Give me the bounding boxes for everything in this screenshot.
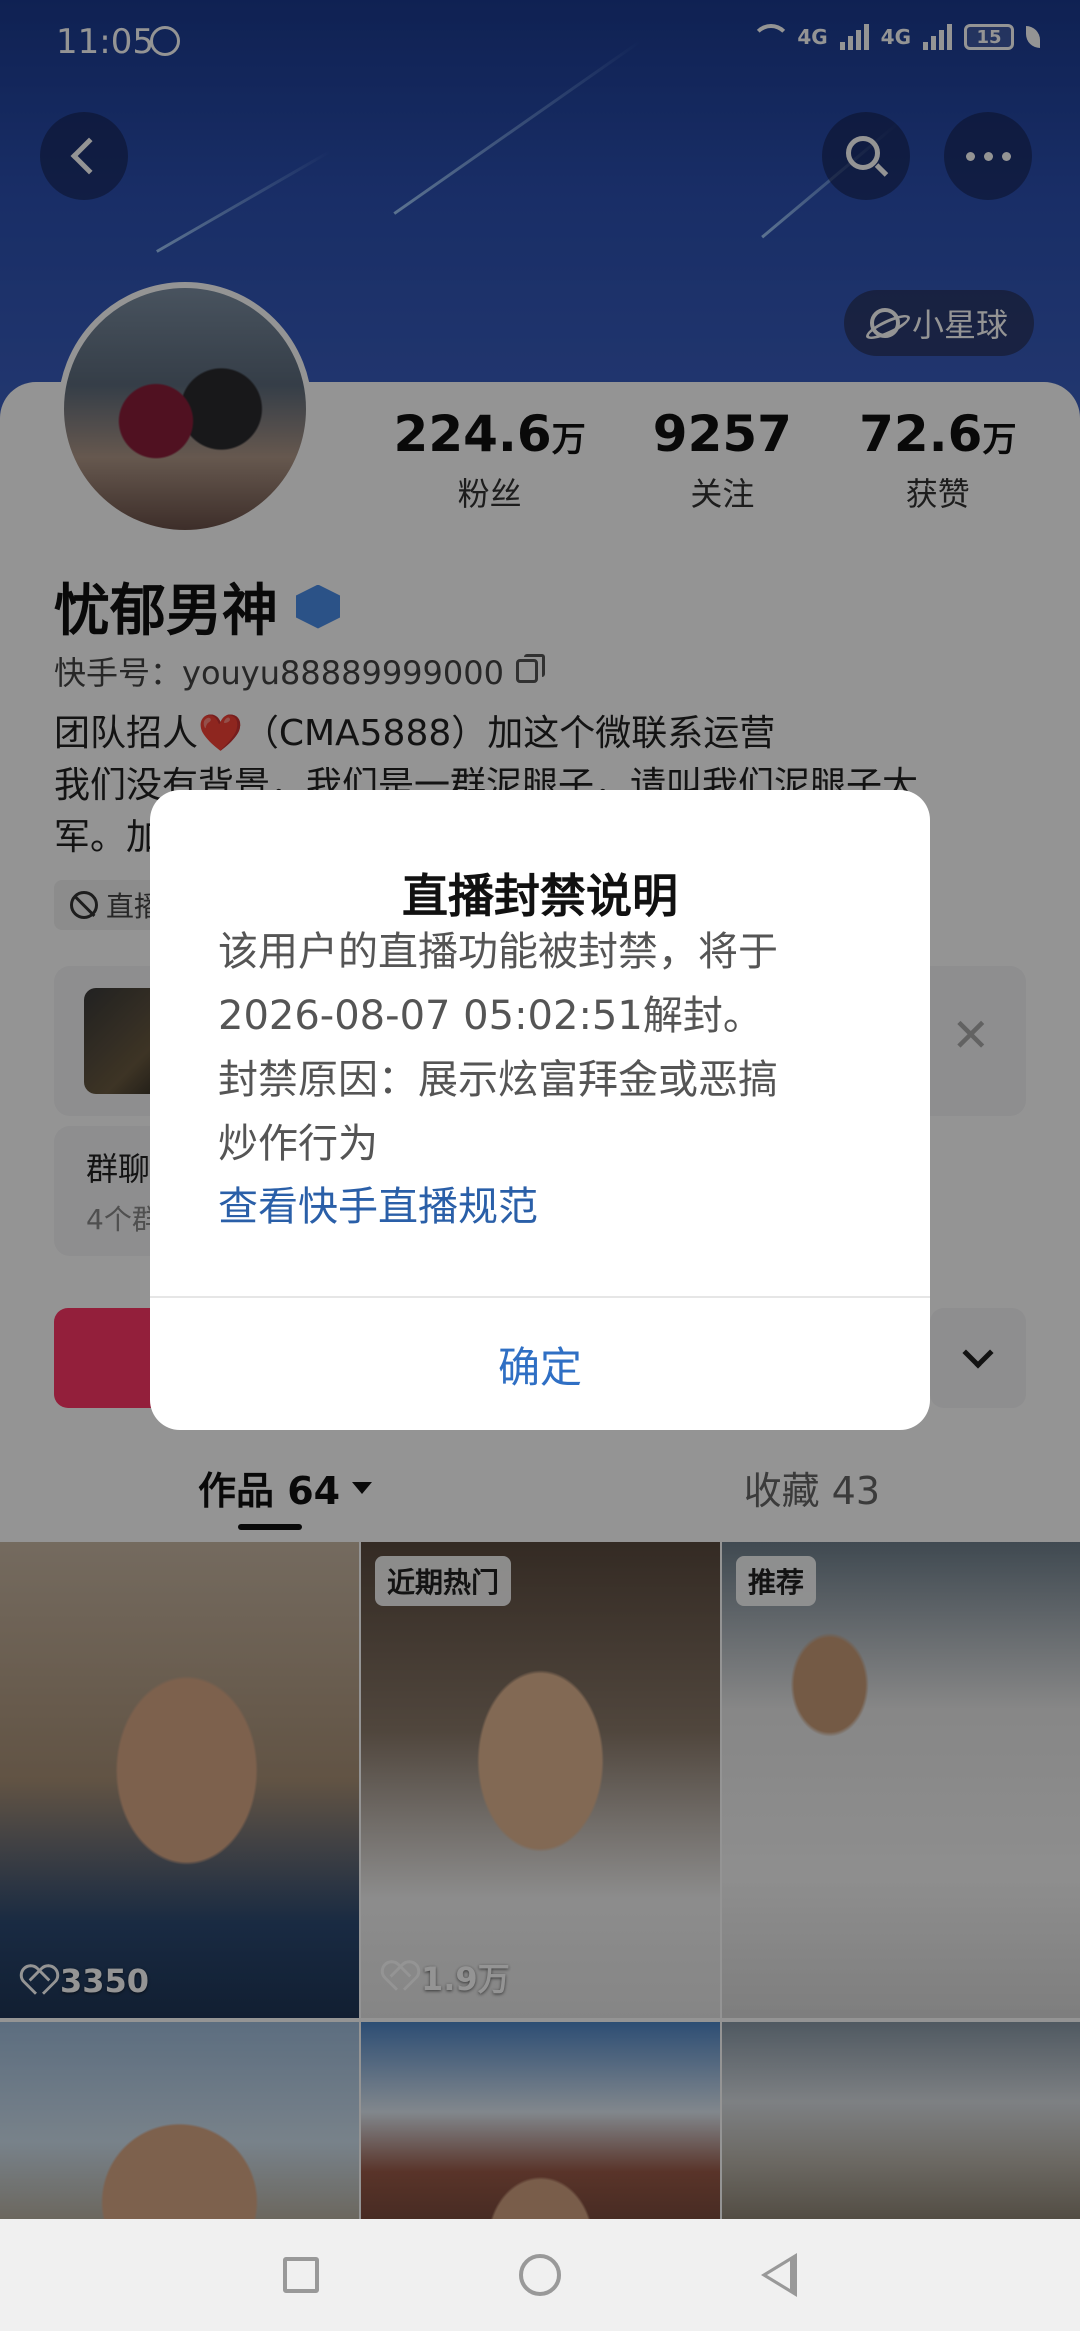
live-rules-link[interactable]: 查看快手直播规范 (218, 1174, 538, 1232)
home-icon[interactable] (519, 2254, 561, 2296)
confirm-button[interactable]: 确定 (150, 1298, 930, 1430)
dialog-body: 该用户的直播功能被封禁，将于 2026-08-07 05:02:51解封。 封禁… (218, 920, 878, 1176)
dialog-body-line: 2026-08-07 05:02:51解封。 (218, 993, 763, 1039)
dialog-title: 直播封禁说明 (402, 869, 678, 923)
back-icon[interactable] (761, 2253, 797, 2297)
system-nav-bar (0, 2219, 1080, 2331)
dialog-body-line: 该用户的直播功能被封禁，将于 (218, 929, 778, 975)
live-ban-dialog: 直播封禁说明 该用户的直播功能被封禁，将于 2026-08-07 05:02:5… (150, 790, 930, 1430)
dialog-body-line: 封禁原因：展示炫富拜金或恶搞 (218, 1057, 778, 1103)
dialog-body-line: 炒作行为 (218, 1121, 378, 1167)
recent-apps-icon[interactable] (283, 2257, 319, 2293)
